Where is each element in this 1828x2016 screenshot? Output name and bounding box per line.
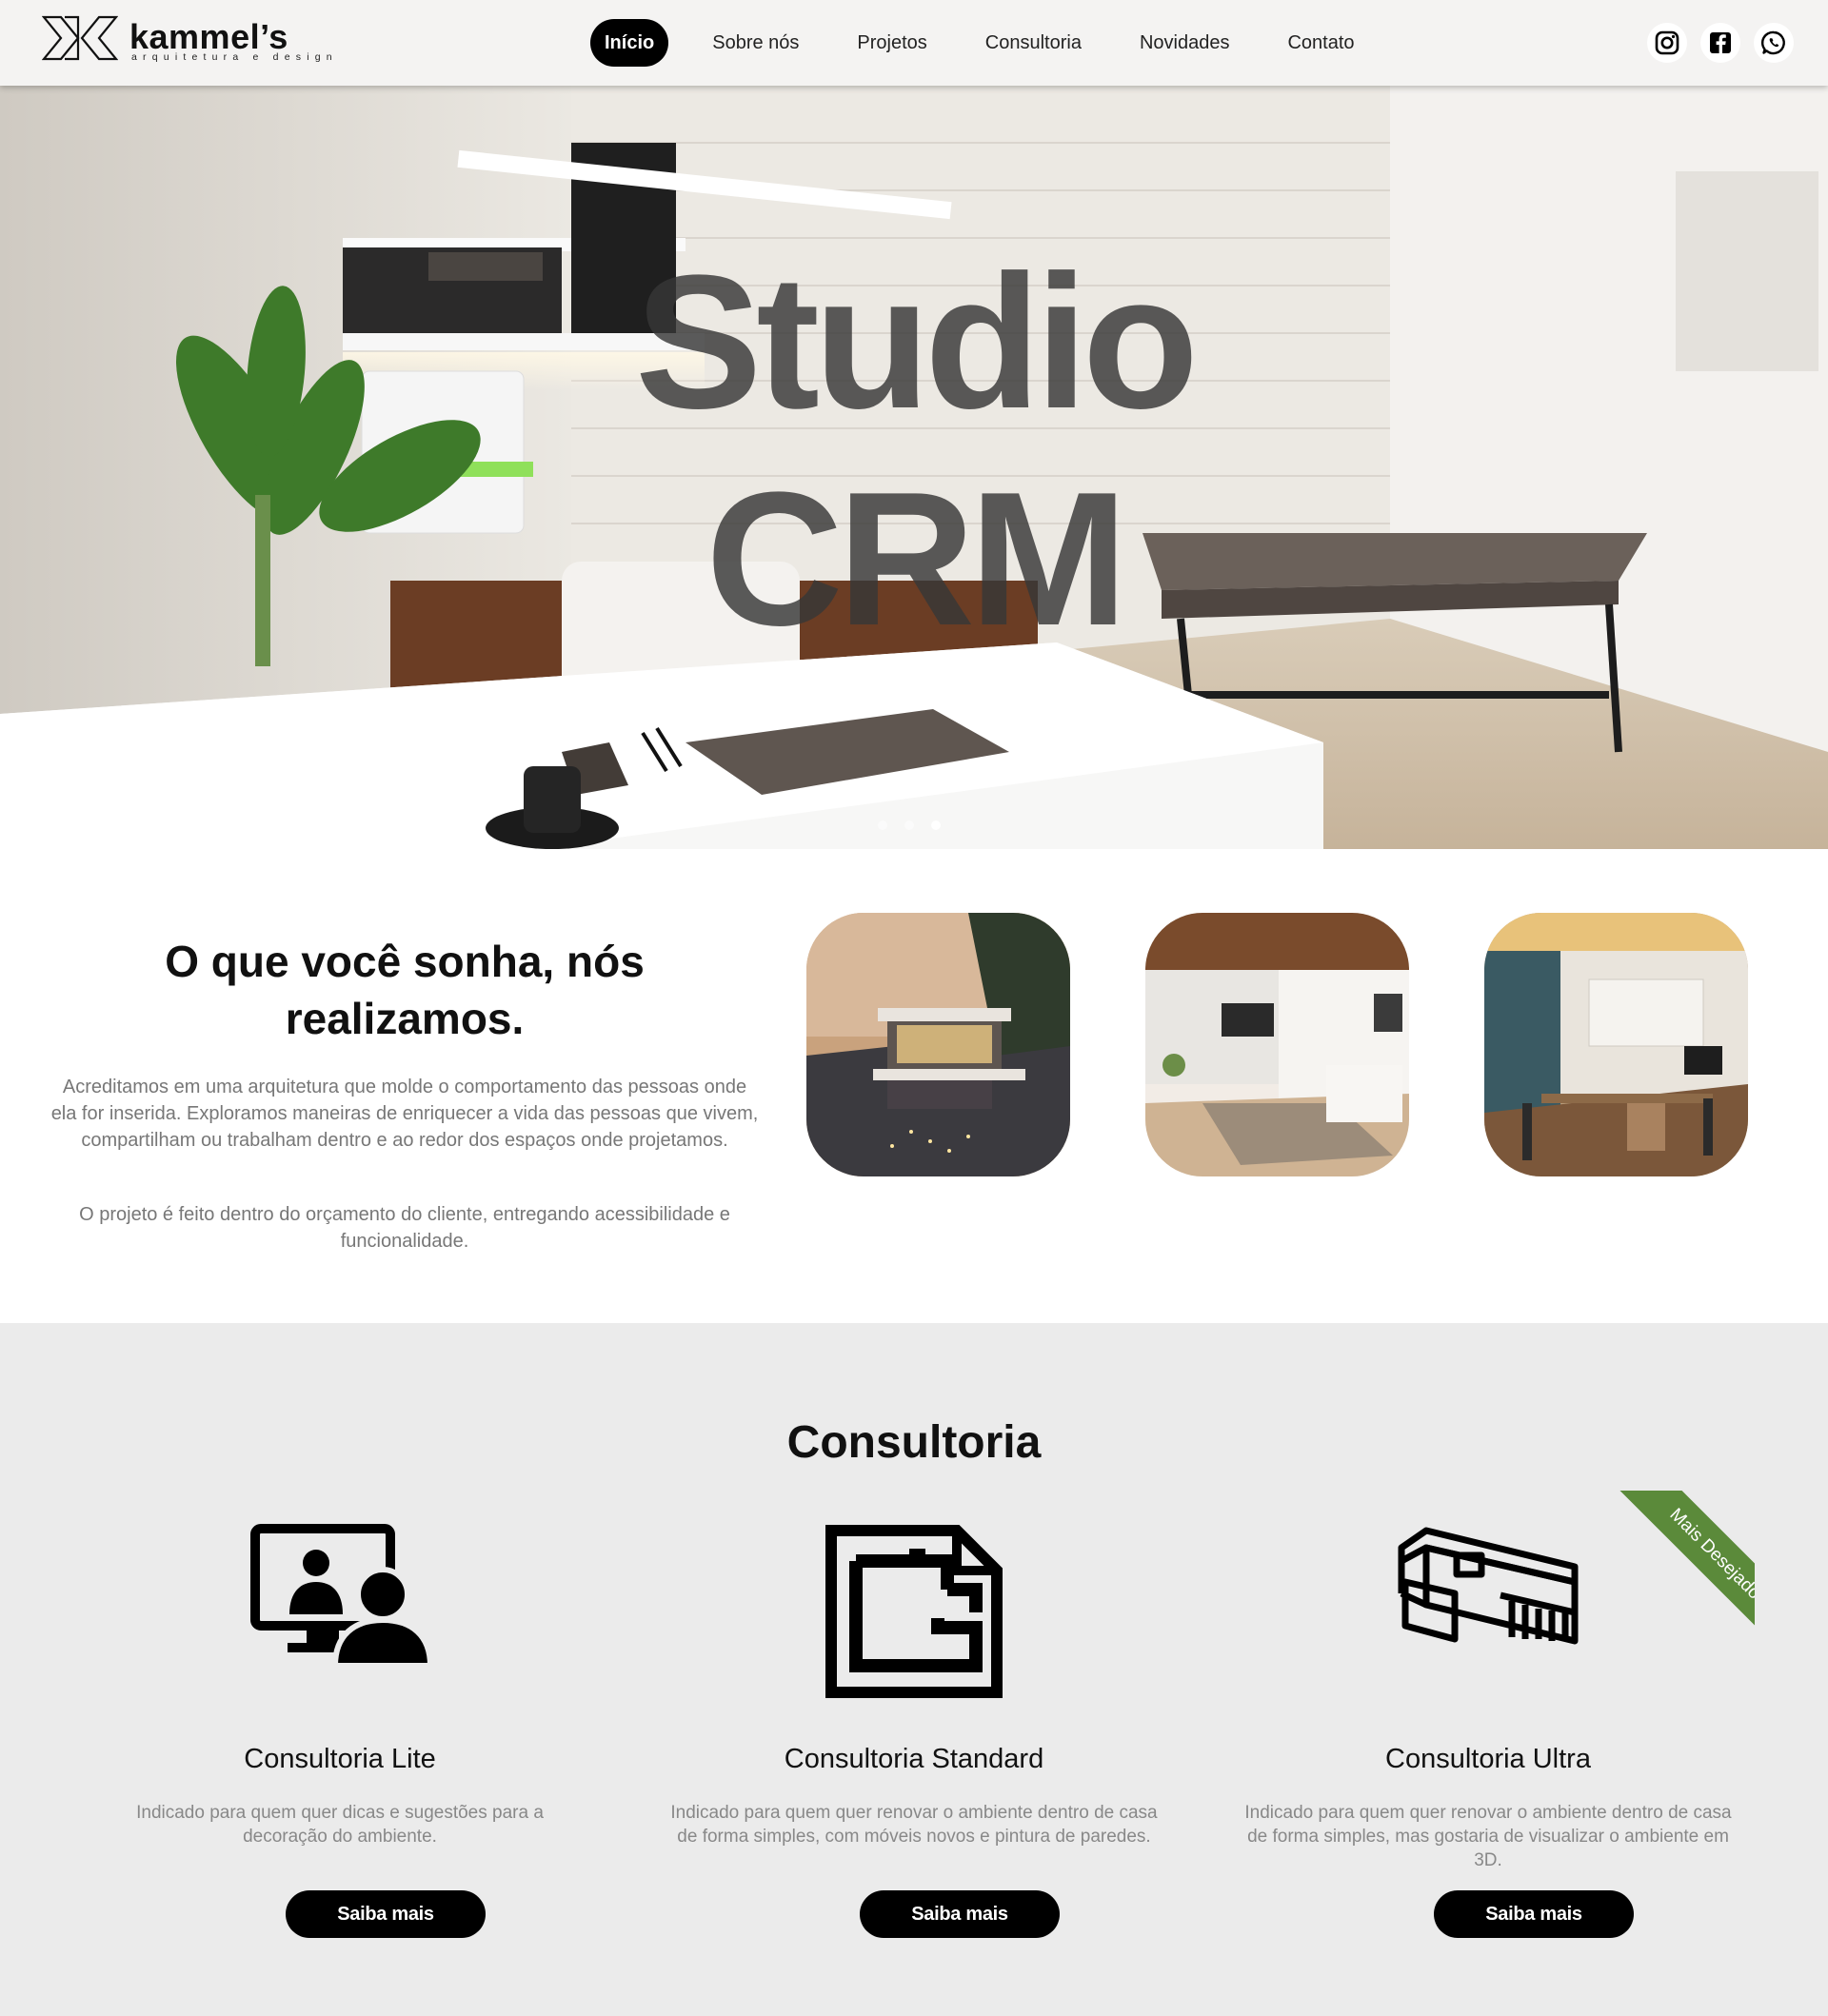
consultoria-card-lite: Consultoria Lite Indicado para quem quer… bbox=[73, 1523, 606, 1970]
project-thumbnail-bedroom[interactable] bbox=[1145, 913, 1409, 1176]
whatsapp-link[interactable] bbox=[1754, 23, 1794, 63]
intro-section: O que você sonha, nós realizamos. Acredi… bbox=[0, 849, 1828, 1323]
hero-title-line1: Studio bbox=[634, 236, 1199, 448]
floor-plan-icon bbox=[825, 1525, 1003, 1698]
saiba-mais-button-standard[interactable]: Saiba mais bbox=[860, 1890, 1060, 1938]
kammels-logo-icon bbox=[42, 15, 118, 61]
nav-item-consultoria[interactable]: Consultoria bbox=[971, 19, 1096, 67]
saiba-mais-button-lite[interactable]: Saiba mais bbox=[286, 1890, 486, 1938]
consultoria-section: Consultoria Consultoria Lite Indicado pa… bbox=[0, 1323, 1828, 2016]
social-links bbox=[1647, 23, 1794, 63]
nav-item-contato[interactable]: Contato bbox=[1273, 19, 1368, 67]
project-thumbnail-house[interactable] bbox=[806, 913, 1070, 1176]
slider-dot-3[interactable] bbox=[931, 820, 941, 830]
intro-paragraph: O projeto é feito dentro do orçamento do… bbox=[79, 1204, 730, 1252]
consultoria-card-standard: Consultoria Standard Indicado para quem … bbox=[647, 1523, 1181, 1970]
brand-logo[interactable]: kammel’s arquitetura e design bbox=[42, 13, 332, 63]
hero-slider: Studio CRM bbox=[0, 86, 1828, 849]
intro-paragraph: Acreditamos em uma arquitetura que molde… bbox=[50, 1077, 759, 1151]
project-thumbnail-office[interactable] bbox=[1484, 913, 1748, 1176]
intro-heading: O que você sonha, nós realizamos. bbox=[165, 937, 645, 1043]
consultoria-title: Consultoria bbox=[786, 1417, 1042, 1468]
instagram-link[interactable] bbox=[1647, 23, 1687, 63]
card-description: Indicado para quem quer dicas e sugestõe… bbox=[136, 1803, 544, 1847]
brand-tagline: arquitetura e design bbox=[131, 51, 338, 63]
nav-item-sobre-nos[interactable]: Sobre nós bbox=[698, 19, 813, 67]
cliff-house-image bbox=[806, 913, 1070, 1176]
video-call-icon bbox=[250, 1524, 430, 1666]
bedroom-image bbox=[1145, 913, 1409, 1176]
navbar: kammel’s arquitetura e design Início Sob… bbox=[0, 0, 1828, 86]
nav-item-novidades[interactable]: Novidades bbox=[1125, 19, 1244, 67]
consultoria-card-ultra: Mais Desejado Consultoria Ultra Indicado… bbox=[1222, 1491, 1755, 1970]
card-description: Indicado para quem quer renovar o ambien… bbox=[670, 1803, 1158, 1847]
instagram-icon bbox=[1655, 30, 1679, 55]
nav-item-inicio[interactable]: Início bbox=[590, 19, 669, 67]
whatsapp-icon bbox=[1760, 30, 1785, 55]
hero-title-line2: CRM bbox=[705, 453, 1127, 665]
nav-item-projetos[interactable]: Projetos bbox=[843, 19, 941, 67]
card-description: Indicado para quem quer renovar o ambien… bbox=[1244, 1803, 1732, 1870]
card-title: Consultoria Lite bbox=[244, 1744, 436, 1774]
facebook-link[interactable] bbox=[1700, 23, 1740, 63]
card-title: Consultoria Ultra bbox=[1385, 1744, 1591, 1774]
facebook-icon bbox=[1710, 32, 1731, 53]
saiba-mais-button-ultra[interactable]: Saiba mais bbox=[1434, 1890, 1634, 1938]
main-nav: Início Sobre nós Projetos Consultoria No… bbox=[590, 19, 1399, 67]
card-title: Consultoria Standard bbox=[784, 1744, 1044, 1774]
slider-dot-2[interactable] bbox=[904, 820, 914, 830]
slider-dot-1[interactable] bbox=[878, 820, 887, 830]
house-3d-icon bbox=[1398, 1527, 1579, 1645]
office-image bbox=[1484, 913, 1748, 1176]
slider-dots bbox=[878, 820, 941, 830]
